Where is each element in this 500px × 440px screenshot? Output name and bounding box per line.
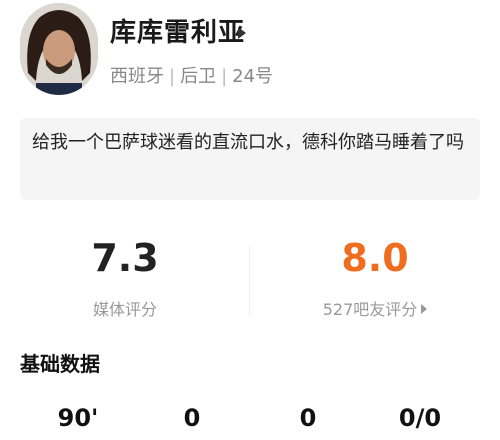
player-meta: 西班牙 | 后卫 | 24号	[110, 62, 273, 88]
ratings-panel: 7.3 媒体评分 8.0 527吧友评分	[0, 228, 500, 328]
fan-rating-label-row[interactable]: 527吧友评分	[250, 296, 500, 320]
player-header: 库库雷利亚 西班牙 | 后卫 | 24号	[0, 0, 500, 112]
comment-card: 给我一个巴萨球迷看的直流口水，德科你踏马睡着了吗	[20, 118, 480, 200]
player-avatar[interactable]	[20, 3, 98, 95]
player-country: 西班牙	[110, 66, 164, 87]
meta-separator: |	[221, 66, 228, 87]
stat-ratio: 0/0	[398, 404, 442, 432]
meta-separator: |	[169, 66, 176, 87]
player-position: 后卫	[180, 66, 217, 87]
player-number: 24号	[232, 66, 274, 87]
fan-rating-value: 8.0	[341, 236, 409, 280]
media-rating: 7.3 媒体评分	[0, 228, 250, 328]
triangle-right-icon[interactable]	[238, 27, 246, 39]
basic-data-title: 基础数据	[20, 352, 100, 376]
fan-rating[interactable]: 8.0 527吧友评分	[250, 228, 500, 328]
media-rating-label: 媒体评分	[92, 300, 157, 319]
stat-value: 0	[299, 404, 317, 432]
basic-stats-row: 90' 0 0 0/0	[0, 404, 500, 440]
player-name[interactable]: 库库雷利亚	[110, 12, 245, 49]
stat-minutes: 90'	[57, 404, 99, 432]
stat-value: 0	[183, 404, 201, 432]
comment-text: 给我一个巴萨球迷看的直流口水，德科你踏马睡着了吗	[32, 132, 464, 153]
triangle-right-small-icon[interactable]	[421, 304, 428, 314]
media-rating-value: 7.3	[91, 236, 159, 280]
fan-rating-label: 527吧友评分	[322, 300, 418, 319]
